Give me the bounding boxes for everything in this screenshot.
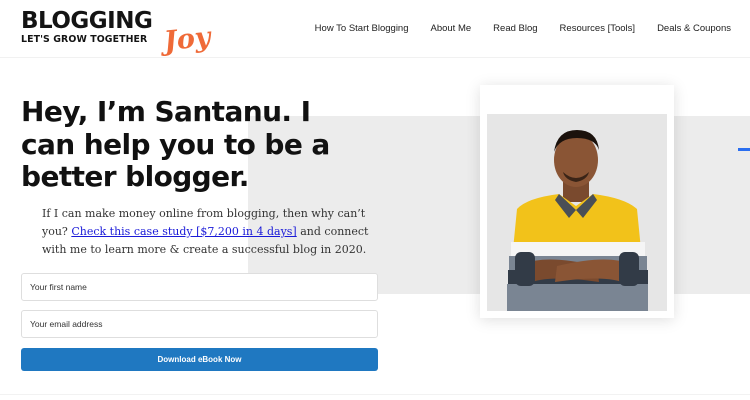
person-illustration	[507, 130, 648, 311]
section-divider	[0, 394, 750, 395]
nav-item-resources[interactable]: Resources [Tools]	[549, 22, 647, 36]
profile-photo	[487, 114, 667, 311]
download-ebook-button[interactable]: Download eBook Now	[21, 348, 378, 371]
nav-item-how-to-start-blogging[interactable]: How To Start Blogging	[304, 22, 420, 36]
nav-item-read-blog[interactable]: Read Blog	[482, 22, 548, 36]
accent-line	[738, 148, 750, 151]
header-divider	[0, 57, 750, 58]
nav-item-deals-coupons[interactable]: Deals & Coupons	[646, 22, 742, 36]
case-study-link[interactable]: Check this case study [$7,200 in 4 days]	[71, 225, 296, 238]
main-nav: How To Start Blogging About Me Read Blog…	[304, 22, 742, 36]
profile-photo-card	[480, 85, 674, 318]
logo-wordmark: BLOGGING	[21, 8, 153, 34]
nav-item-about-me[interactable]: About Me	[420, 22, 483, 36]
logo-tagline: LET'S GROW TOGETHER	[21, 34, 148, 45]
site-logo[interactable]: BLOGGING LET'S GROW TOGETHER Joy	[21, 8, 212, 58]
logo-accent: Joy	[162, 21, 212, 58]
hero-intro: If I can make money online from blogging…	[42, 205, 377, 259]
first-name-input[interactable]	[21, 273, 378, 301]
hero-headline: Hey, I’m Santanu. I can help you to be a…	[21, 95, 330, 193]
email-input[interactable]	[21, 310, 378, 338]
